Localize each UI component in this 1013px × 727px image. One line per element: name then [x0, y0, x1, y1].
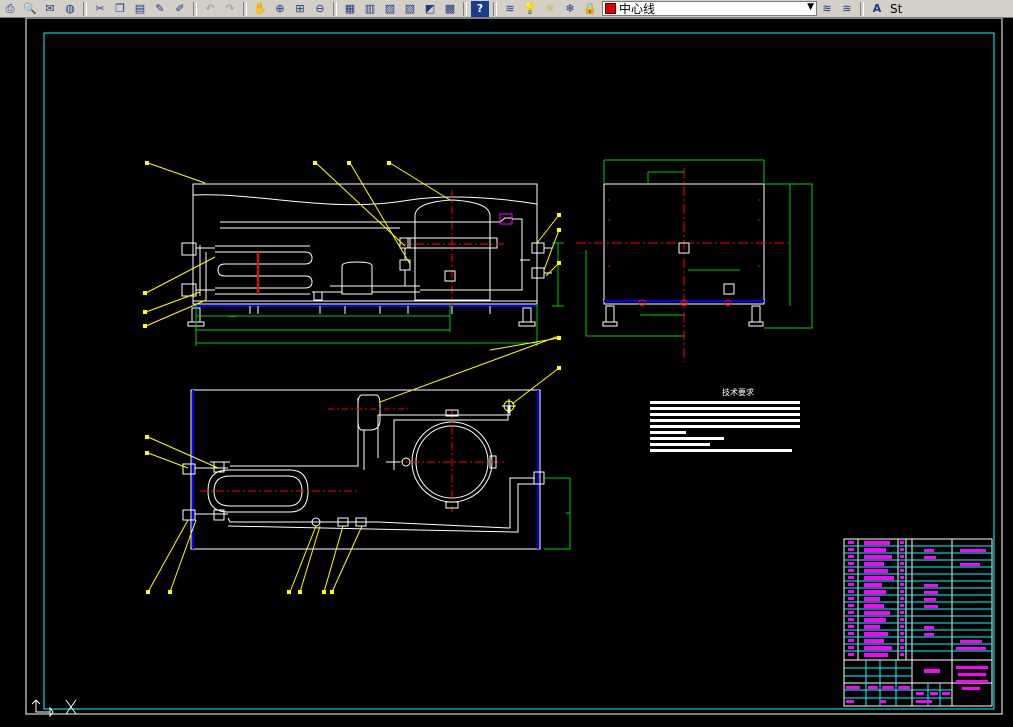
- cut-icon[interactable]: ✂: [91, 1, 109, 17]
- toolbar-separator: [463, 1, 467, 16]
- sheet-set-icon[interactable]: ▨: [401, 1, 419, 17]
- toolbar-separator: [83, 1, 87, 16]
- undo-icon[interactable]: ↶: [201, 1, 219, 17]
- standard-toolbar: ⎙ 🔍 ✉ ◍ ✂ ❐ ▤ ✎ ✐ ↶ ↷ ✋ ⊕ ⊞ ⊖ ▦ ▥ ▧ ▨ ◩ …: [0, 0, 1013, 18]
- layer-states-icon[interactable]: ≊: [838, 1, 856, 17]
- publish-icon[interactable]: ✉: [41, 1, 59, 17]
- text-style-icon[interactable]: A: [868, 1, 886, 17]
- properties-icon[interactable]: ▦: [341, 1, 359, 17]
- lock-icon[interactable]: 🔒: [581, 1, 599, 17]
- svg-text:───: ───: [227, 314, 237, 319]
- design-center-icon[interactable]: ▥: [361, 1, 379, 17]
- toolbar-separator: [243, 1, 247, 16]
- sun-icon[interactable]: ☼: [541, 1, 559, 17]
- layer-dropdown[interactable]: 中心线 ▼: [602, 1, 817, 16]
- pan-icon[interactable]: ✋: [251, 1, 269, 17]
- brush-icon[interactable]: ✐: [171, 1, 189, 17]
- paste-icon[interactable]: ▤: [131, 1, 149, 17]
- toolbar-separator: [860, 1, 864, 16]
- layer-name: 中心线: [619, 2, 656, 16]
- print-icon[interactable]: ⎙: [1, 1, 19, 17]
- layer-manager-icon[interactable]: ≋: [501, 1, 519, 17]
- canvas-background: [0, 18, 1013, 727]
- zoom-realtime-icon[interactable]: ⊕: [271, 1, 289, 17]
- bulb-icon[interactable]: 💡: [521, 1, 539, 17]
- layer-color-swatch: [605, 3, 616, 14]
- zoom-previous-icon[interactable]: ⊖: [311, 1, 329, 17]
- tool-palettes-icon[interactable]: ▧: [381, 1, 399, 17]
- toolbar-separator: [193, 1, 197, 16]
- markup-icon[interactable]: ◩: [421, 1, 439, 17]
- freeze-icon[interactable]: ❄: [561, 1, 579, 17]
- match-properties-icon[interactable]: ✎: [151, 1, 169, 17]
- help-icon[interactable]: ?: [471, 0, 489, 17]
- calculator-icon[interactable]: ▩: [441, 1, 459, 17]
- drawing-canvas[interactable]: ─── 技术要求: [0, 18, 1013, 727]
- copy-icon[interactable]: ❐: [111, 1, 129, 17]
- chevron-down-icon: ▼: [807, 2, 814, 12]
- redo-icon[interactable]: ↷: [221, 1, 239, 17]
- toolbar-separator: [493, 1, 497, 16]
- print-preview-icon[interactable]: 🔍: [21, 1, 39, 17]
- toolbar-separator: [333, 1, 337, 16]
- tech-requirements-title: 技术要求: [722, 387, 754, 397]
- zoom-window-icon[interactable]: ⊞: [291, 1, 309, 17]
- layer-previous-icon[interactable]: ≋: [818, 1, 836, 17]
- text-style-name: St: [890, 1, 903, 16]
- globe-icon[interactable]: ◍: [61, 1, 79, 17]
